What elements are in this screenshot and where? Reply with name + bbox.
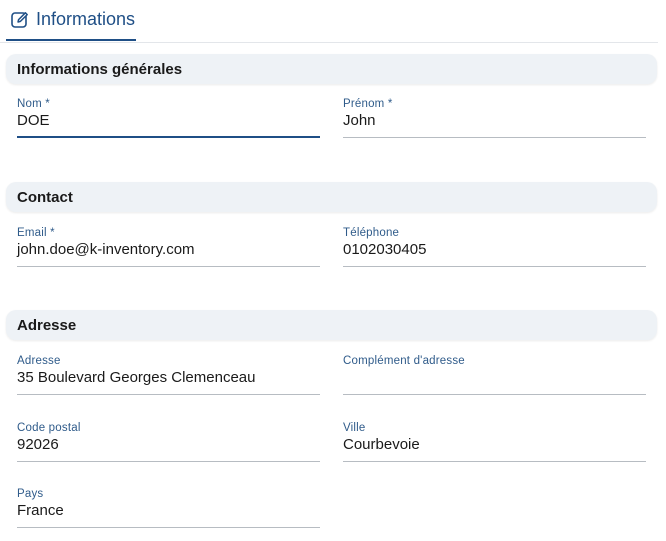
ville-field[interactable]: Ville Courbevoie (343, 422, 646, 462)
prenom-field[interactable]: Prénom * John (343, 98, 646, 138)
adresse-label: Adresse (17, 355, 61, 367)
edit-icon (10, 10, 30, 30)
email-value: john.doe@k-inventory.com (17, 241, 195, 258)
pays-label: Pays (17, 488, 44, 500)
prenom-label: Prénom * (343, 98, 393, 110)
nom-value: DOE (17, 112, 50, 129)
nom-label: Nom * (17, 98, 50, 110)
section-header-general: Informations générales (6, 54, 657, 84)
email-label: Email * (17, 227, 55, 239)
complement-field[interactable]: Complément d'adresse (343, 355, 646, 395)
complement-label: Complément d'adresse (343, 355, 465, 367)
ville-label: Ville (343, 422, 366, 434)
code-postal-label: Code postal (17, 422, 81, 434)
tab-bar: Informations (0, 0, 658, 43)
prenom-value: John (343, 112, 376, 129)
section-header-adresse: Adresse (6, 310, 657, 340)
ville-value: Courbevoie (343, 436, 420, 453)
pays-value: France (17, 502, 64, 519)
tab-informations[interactable]: Informations (6, 0, 136, 41)
pays-field[interactable]: Pays France (17, 488, 320, 528)
adresse-field[interactable]: Adresse 35 Boulevard Georges Clemenceau (17, 355, 320, 395)
code-postal-field[interactable]: Code postal 92026 (17, 422, 320, 462)
email-field[interactable]: Email * john.doe@k-inventory.com (17, 227, 320, 267)
telephone-label: Téléphone (343, 227, 400, 239)
section-header-contact: Contact (6, 182, 657, 212)
telephone-field[interactable]: Téléphone 0102030405 (343, 227, 646, 267)
nom-field[interactable]: Nom * DOE (17, 98, 320, 138)
tab-label: Informations (36, 9, 136, 29)
code-postal-value: 92026 (17, 436, 59, 453)
adresse-value: 35 Boulevard Georges Clemenceau (17, 369, 256, 386)
telephone-value: 0102030405 (343, 241, 427, 258)
